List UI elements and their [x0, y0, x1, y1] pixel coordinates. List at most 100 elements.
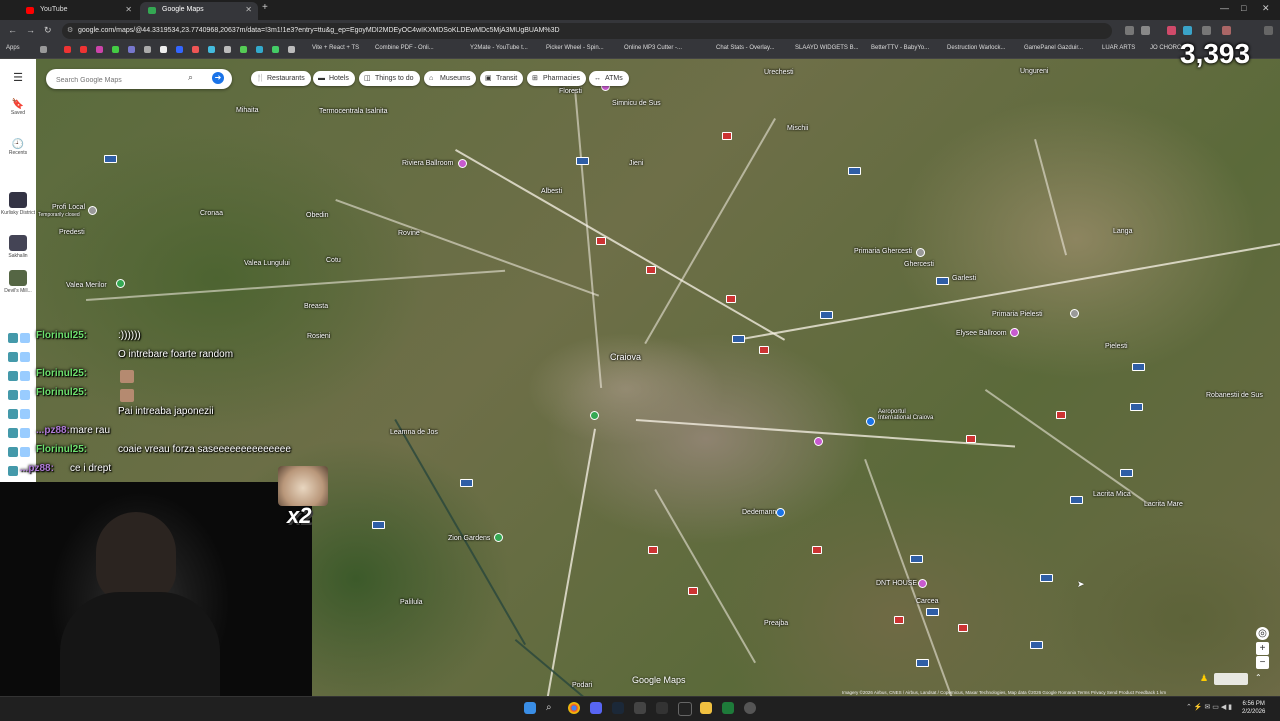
place-label[interactable]: Cronaa	[200, 210, 223, 217]
place-label[interactable]: Ghercesti	[904, 261, 934, 268]
obs-icon[interactable]	[744, 702, 756, 714]
place-label[interactable]: Cotu	[326, 257, 341, 264]
bookmark-icon[interactable]	[160, 46, 167, 53]
place-label-city[interactable]: Craiova	[610, 352, 641, 362]
place-label[interactable]: Dedemann	[742, 509, 776, 516]
bookmark-item[interactable]: Destruction Warlock...	[947, 45, 1005, 51]
place-label[interactable]: Breasta	[304, 303, 328, 310]
pegman-icon[interactable]: ♟	[1200, 673, 1210, 685]
directions-icon[interactable]: ➜	[212, 72, 224, 84]
search-icon[interactable]: ⌕	[546, 702, 558, 714]
place-label[interactable]: Profi Local	[52, 204, 85, 211]
folder-icon[interactable]	[700, 702, 712, 714]
close-icon[interactable]: ✕	[125, 2, 132, 18]
place-label[interactable]: Urechesti	[764, 69, 794, 76]
chip-pharmacies[interactable]: ⊞ Pharmacies	[527, 71, 586, 86]
bookmark-item[interactable]: Chat Stats - Overlay...	[716, 45, 775, 51]
place-pin-icon[interactable]	[494, 533, 503, 542]
place-label[interactable]: Obedin	[306, 212, 329, 219]
place-label[interactable]: Elysee Ballroom	[956, 330, 1007, 337]
place-label[interactable]: Valea Lungului	[244, 260, 290, 267]
recents-button[interactable]: 🕘 Recents	[0, 139, 36, 156]
maximize-button[interactable]: □	[1241, 3, 1246, 13]
bookmark-item[interactable]: GamePanel Gazduir...	[1024, 45, 1083, 51]
bookmark-item[interactable]: Y2Mate - YouTube t...	[470, 45, 528, 51]
zoom-out-button[interactable]: −	[1256, 656, 1269, 669]
window-close-button[interactable]: ✕	[1262, 3, 1270, 14]
bookmark-item[interactable]: Combine PDF - Onli...	[375, 45, 434, 51]
bookmark-icon[interactable]	[176, 46, 183, 53]
place-label[interactable]: Zion Gardens	[448, 535, 490, 542]
place-label[interactable]: Palilula	[400, 599, 423, 606]
recent-place[interactable]: Devil's Mill...	[0, 270, 36, 306]
excel-icon[interactable]	[722, 702, 734, 714]
recent-place[interactable]: Kurlisky District	[0, 192, 36, 228]
place-label[interactable]: Rosieni	[307, 333, 330, 340]
place-label[interactable]: Ungureni	[1020, 68, 1048, 75]
bookmark-apps[interactable]: Apps	[6, 45, 20, 51]
bookmark-icon[interactable]	[192, 46, 199, 53]
airport-icon[interactable]	[866, 417, 875, 426]
menu-icon[interactable]	[1264, 26, 1273, 35]
chip-things-to-do[interactable]: ◫ Things to do	[359, 71, 420, 86]
place-label[interactable]: Termocentrala Isalnita	[319, 108, 387, 115]
zoom-in-button[interactable]: +	[1256, 642, 1269, 655]
app-icon[interactable]	[634, 702, 646, 714]
minimize-button[interactable]: —	[1220, 3, 1229, 13]
place-label[interactable]: Leamna de Jos	[390, 429, 438, 436]
taskbar-clock[interactable]: 6:56 PM 2/2/2026	[1242, 700, 1265, 716]
bookmark-icon[interactable]	[272, 46, 279, 53]
place-label[interactable]: Valea Merilor	[66, 282, 107, 289]
reload-button[interactable]: ↻	[44, 25, 52, 36]
chip-hotels[interactable]: ▬ Hotels	[313, 71, 355, 86]
steam-icon[interactable]	[612, 702, 624, 714]
star-icon[interactable]	[1141, 26, 1150, 35]
bookmark-icon[interactable]	[144, 46, 151, 53]
search-icon[interactable]: ⌕	[188, 72, 193, 83]
bookmark-item[interactable]: Online MP3 Cutter -...	[624, 45, 682, 51]
bookmark-icon[interactable]	[64, 46, 71, 53]
bookmark-icon[interactable]	[240, 46, 247, 53]
place-label[interactable]: Lacrita Mare	[1144, 501, 1183, 508]
layers-button[interactable]	[1214, 673, 1248, 685]
bookmark-icon[interactable]	[112, 46, 119, 53]
place-label[interactable]: DNT HOUSE	[876, 580, 917, 587]
bookmark-item[interactable]: SLAAYD WIDGETS B...	[795, 45, 859, 51]
place-label[interactable]: Pielesti	[1105, 343, 1128, 350]
shopping-icon[interactable]	[776, 508, 785, 517]
bookmark-icon[interactable]	[128, 46, 135, 53]
install-icon[interactable]	[1125, 26, 1134, 35]
bookmark-icon[interactable]	[256, 46, 263, 53]
place-label[interactable]: Rovine	[398, 230, 420, 237]
close-icon[interactable]: ✕	[245, 2, 252, 18]
new-tab-button[interactable]: +	[262, 2, 268, 13]
place-label[interactable]: Mihaita	[236, 107, 259, 114]
profile-avatar[interactable]	[1222, 26, 1231, 35]
menu-icon[interactable]: ☰	[0, 71, 36, 84]
discord-icon[interactable]	[590, 702, 602, 714]
place-label[interactable]: Lacrita Mica	[1093, 491, 1131, 498]
place-pin-icon[interactable]	[916, 248, 925, 257]
place-label[interactable]: Primaria Pielesti	[992, 311, 1043, 318]
bookmark-item[interactable]: JO CHORO	[1150, 45, 1182, 51]
place-pin-icon[interactable]	[1010, 328, 1019, 337]
place-label[interactable]: Preajba	[764, 620, 788, 627]
forward-button[interactable]: →	[26, 25, 35, 35]
place-pin-icon[interactable]	[88, 206, 97, 215]
place-label[interactable]: Jieni	[629, 160, 643, 167]
site-info-icon[interactable]: ⚙	[67, 23, 73, 39]
app-icon[interactable]	[656, 702, 668, 714]
place-label[interactable]: Simnicu de Sus	[612, 100, 661, 107]
recent-place[interactable]: Sakhalin	[0, 235, 36, 265]
back-button[interactable]: ←	[8, 25, 17, 35]
my-location-button[interactable]: ◎	[1256, 627, 1269, 640]
chip-restaurants[interactable]: 🍴 Restaurants	[251, 71, 311, 86]
place-pin-icon[interactable]	[590, 411, 599, 420]
place-label[interactable]: Temporarily closed	[38, 212, 80, 218]
search-input[interactable]	[54, 72, 188, 88]
place-label[interactable]: Garlesti	[952, 275, 976, 282]
place-label[interactable]: Predesti	[59, 229, 85, 236]
bookmark-icon[interactable]	[40, 46, 47, 53]
chip-museums[interactable]: ⌂ Museums	[424, 71, 477, 86]
place-label[interactable]: Aeroportul International Craiova	[878, 409, 938, 421]
